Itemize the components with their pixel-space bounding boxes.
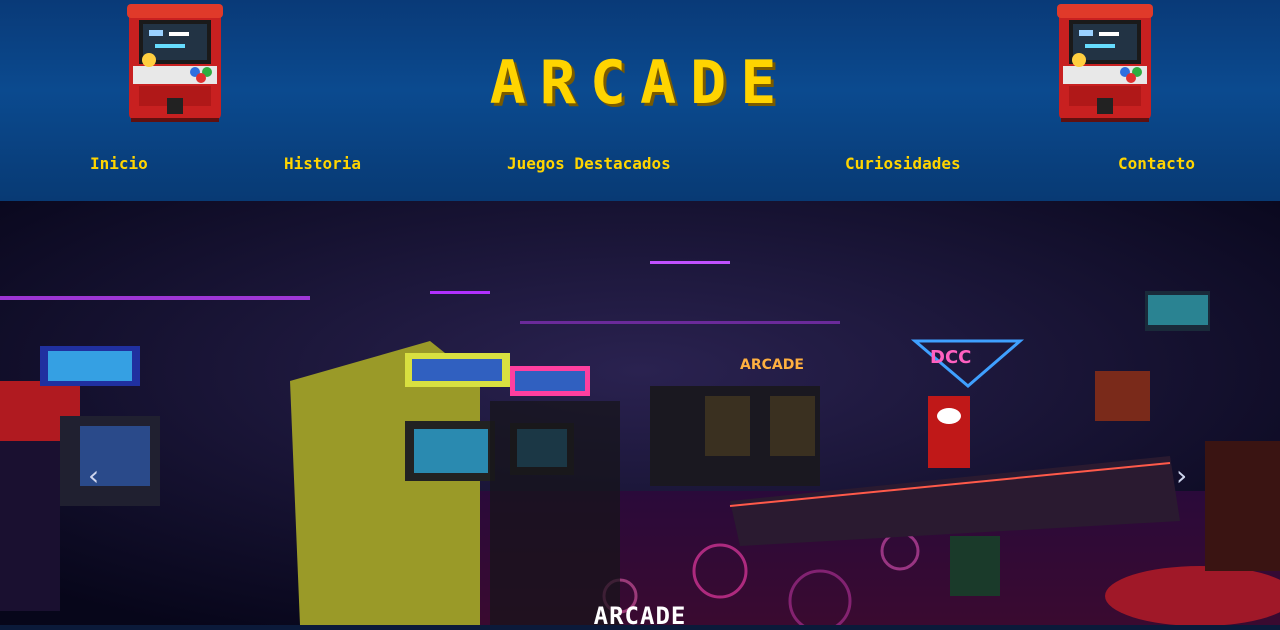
carousel-slide-image: ARCADE DCC (0, 201, 1280, 625)
nav-item-contacto[interactable]: Contacto (1118, 154, 1195, 173)
arcade-cabinet-icon (1055, 2, 1155, 124)
svg-text:DCC: DCC (930, 347, 971, 368)
svg-text:ARCADE: ARCADE (740, 357, 804, 373)
nav-item-juegos-destacados[interactable]: Juegos Destacados (507, 154, 671, 173)
nav-item-curiosidades[interactable]: Curiosidades (845, 154, 961, 173)
nav-item-inicio[interactable]: Inicio (90, 154, 148, 173)
carousel-caption: ARCADE (593, 602, 687, 630)
site-header: ARCADE Inicio Historia Juegos Destacados… (0, 0, 1280, 201)
chevron-right-icon[interactable]: › (1176, 462, 1187, 490)
nav-item-historia[interactable]: Historia (284, 154, 361, 173)
hero-carousel: ARCADE DCC (0, 201, 1280, 625)
main-nav: Inicio Historia Juegos Destacados Curios… (0, 154, 1280, 178)
chevron-left-icon[interactable]: ‹ (88, 462, 99, 490)
